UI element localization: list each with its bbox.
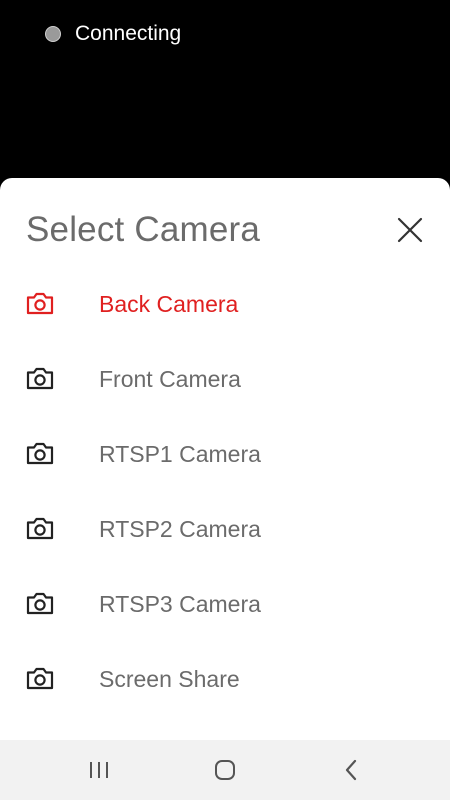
camera-option-label: RTSP3 Camera (99, 591, 261, 617)
close-button[interactable] (390, 210, 430, 250)
camera-option-screen-share[interactable]: Screen Share (0, 641, 450, 716)
camera-option-rtsp3-camera[interactable]: RTSP3 Camera (0, 566, 450, 641)
recent-apps-icon (90, 762, 108, 778)
camera-icon (26, 367, 54, 390)
home-button[interactable] (185, 740, 265, 800)
camera-option-rtsp1-camera[interactable]: RTSP1 Camera (0, 416, 450, 491)
camera-icon (26, 667, 54, 690)
camera-option-label: RTSP1 Camera (99, 441, 261, 467)
status-indicator-icon (45, 26, 61, 42)
camera-icon (26, 292, 54, 315)
home-icon (215, 760, 235, 780)
camera-option-rtsp2-camera[interactable]: RTSP2 Camera (0, 491, 450, 566)
back-icon (345, 759, 357, 781)
sheet-title: Select Camera (26, 210, 261, 249)
camera-preview-area: Connecting (0, 0, 450, 190)
camera-icon (26, 442, 54, 465)
camera-option-front-camera[interactable]: Front Camera (0, 341, 450, 416)
camera-option-label: Screen Share (99, 666, 240, 692)
system-navigation-bar (0, 740, 450, 800)
camera-icon (26, 517, 54, 540)
camera-option-label: RTSP2 Camera (99, 516, 261, 542)
camera-option-label: Back Camera (99, 291, 239, 317)
back-button[interactable] (311, 740, 391, 800)
camera-icon (26, 592, 54, 615)
recent-apps-button[interactable] (59, 740, 139, 800)
close-icon (397, 217, 423, 243)
connection-status-text: Connecting (75, 22, 182, 45)
camera-option-back-camera[interactable]: Back Camera (0, 266, 450, 341)
camera-option-label: Front Camera (99, 366, 241, 392)
